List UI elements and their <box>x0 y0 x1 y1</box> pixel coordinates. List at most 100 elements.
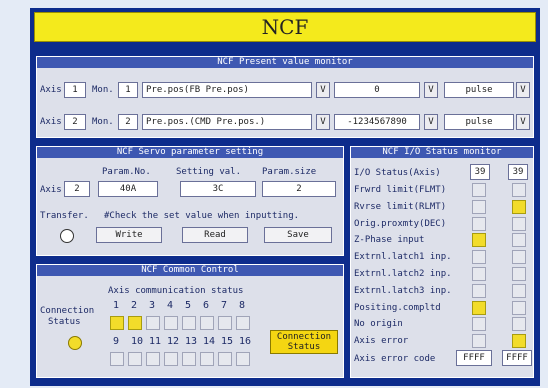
axis-number-label: 9 <box>113 336 120 347</box>
io-status-led-b <box>512 283 526 298</box>
transfer-indicator <box>60 229 74 243</box>
io-status-axis-label: I/O Status(Axis) <box>354 168 441 178</box>
monitor-item-dropdown-button[interactable]: V <box>316 114 330 130</box>
param-no-input[interactable]: 40A <box>98 181 158 197</box>
io-status-label: Rvrse limit(RLMT) <box>354 201 447 212</box>
axis-comm-status-label: Axis communication status <box>108 286 244 296</box>
io-status-led-b <box>512 334 526 349</box>
axis-comm-led <box>164 316 178 330</box>
monitor-number-input[interactable]: 1 <box>118 82 138 98</box>
common-control-header: NCF Common Control <box>37 265 343 276</box>
present-value-display: 0 <box>334 82 420 98</box>
connection-status-label-line1: Connection <box>40 306 95 316</box>
io-status-led-b <box>512 183 526 197</box>
monitor-item-select[interactable]: Pre.pos(FB Pre.pos) <box>142 82 312 98</box>
monitor-item-select[interactable]: Pre.pos.(CMD Pre.pos.) <box>142 114 312 130</box>
axis-number-label: 11 <box>149 336 162 347</box>
axis-number-label: 5 <box>185 300 192 311</box>
servo-header: NCF Servo parameter setting <box>37 147 343 158</box>
io-status-led-a <box>472 300 486 315</box>
io-status-led-a <box>472 216 486 231</box>
connection-status-button-line1: Connection <box>276 332 332 342</box>
transfer-label: Transfer. <box>40 211 89 221</box>
param-size-input[interactable]: 2 <box>262 181 336 197</box>
axis-comm-led <box>200 316 214 330</box>
connection-status-label-line2: Status <box>48 317 81 327</box>
axis-number-label: 16 <box>239 336 252 347</box>
axis-label: Axis <box>40 85 62 95</box>
col-size-label: Param.size <box>262 167 317 177</box>
present-value-header: NCF Present value monitor <box>37 57 533 68</box>
axis-label: Axis <box>40 117 62 127</box>
axis-comm-led <box>110 316 124 330</box>
axis-number-label: 7 <box>221 300 228 311</box>
connection-status-button[interactable]: Connection Status <box>270 330 338 354</box>
connection-status-button-line2: Status <box>287 342 321 352</box>
io-status-led-a <box>472 233 486 248</box>
axis-comm-led <box>236 352 250 366</box>
axis-number-label: 2 <box>131 300 138 311</box>
axis-number-label: 1 <box>113 300 120 311</box>
unit-select[interactable]: pulse <box>444 114 514 130</box>
write-button[interactable]: Write <box>96 227 162 243</box>
col-setting-label: Setting val. <box>176 167 242 177</box>
setting-value-input[interactable]: 3C <box>180 181 256 197</box>
axis-comm-led <box>200 352 214 366</box>
io-status-label: Z-Phase input <box>354 235 425 246</box>
io-axis-a-input[interactable]: 39 <box>470 164 490 180</box>
axis-comm-led <box>182 316 196 330</box>
axis-number-label: 15 <box>221 336 234 347</box>
io-status-label: Axis error <box>354 336 409 347</box>
io-status-led-b <box>512 233 526 248</box>
io-axis-b-input[interactable]: 39 <box>508 164 528 180</box>
io-status-label: Extrnl.latch2 inp. <box>354 269 452 279</box>
io-status-label: Extrnl.latch3 inp. <box>354 285 452 296</box>
axis-comm-led <box>182 352 196 366</box>
axis-number-label: 8 <box>239 300 246 311</box>
present-value-dropdown-button[interactable]: V <box>424 114 438 130</box>
read-button[interactable]: Read <box>182 227 248 243</box>
io-status-led-a <box>472 317 486 332</box>
io-status-led-b <box>512 199 526 214</box>
io-status-label: Orig.proxmty(DEC) <box>354 218 447 229</box>
axis-number-label: 4 <box>167 300 174 311</box>
monitor-item-dropdown-button[interactable]: V <box>316 82 330 98</box>
mon-label: Mon. <box>92 117 114 127</box>
monitor-number-input[interactable]: 2 <box>118 114 138 130</box>
axis-comm-led <box>110 352 124 366</box>
io-status-led-a <box>472 283 486 298</box>
axis-number-label: 13 <box>185 336 198 347</box>
axis-number-label: 10 <box>131 336 144 347</box>
unit-dropdown-button[interactable]: V <box>516 114 530 130</box>
io-status-led-b <box>512 216 526 231</box>
axis-comm-led <box>164 352 178 366</box>
mon-label: Mon. <box>92 85 114 95</box>
io-status-header: NCF I/O Status monitor <box>351 147 533 158</box>
io-status-led-b <box>512 250 526 265</box>
unit-select[interactable]: pulse <box>444 82 514 98</box>
connection-status-indicator <box>68 336 82 350</box>
axis-comm-led <box>128 352 142 366</box>
axis-number-label: 3 <box>149 300 156 311</box>
axis-number-label: 12 <box>167 336 180 347</box>
axis-comm-led <box>236 316 250 330</box>
axis-comm-led <box>146 352 160 366</box>
io-status-led-a <box>472 183 486 197</box>
io-status-led-b <box>512 267 526 281</box>
axis-number-input[interactable]: 1 <box>64 82 86 98</box>
unit-dropdown-button[interactable]: V <box>516 82 530 98</box>
check-note: #Check the set value when inputting. <box>104 211 300 221</box>
io-status-led-a <box>472 267 486 281</box>
io-status-label: Positing.compltd <box>354 302 441 313</box>
io-status-label: No origin <box>354 319 403 330</box>
axis-comm-led <box>218 352 232 366</box>
axis-number-label: 14 <box>203 336 216 347</box>
servo-axis-label: Axis <box>40 185 62 195</box>
present-value-dropdown-button[interactable]: V <box>424 82 438 98</box>
servo-axis-input[interactable]: 2 <box>64 181 90 197</box>
axis-number-input[interactable]: 2 <box>64 114 86 130</box>
axis-comm-led <box>218 316 232 330</box>
save-button[interactable]: Save <box>264 227 332 243</box>
io-status-led-b <box>512 317 526 332</box>
io-status-led-a <box>472 250 486 265</box>
